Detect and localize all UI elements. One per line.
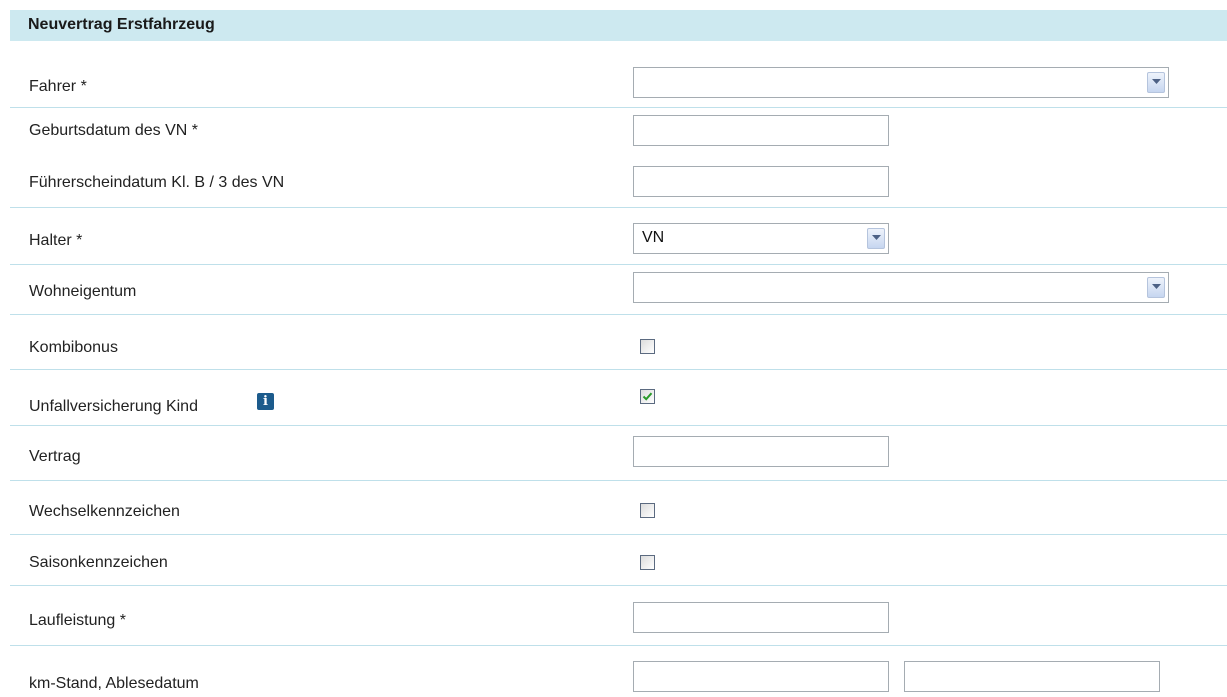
chevron-down-icon[interactable] <box>1147 277 1165 298</box>
chevron-down-icon[interactable] <box>1147 72 1165 93</box>
chevron-down-icon[interactable] <box>867 228 885 249</box>
saisonkennzeichen-checkbox[interactable] <box>640 555 655 570</box>
row-divider <box>10 480 1227 481</box>
fahrer-select[interactable] <box>633 67 1169 98</box>
section-header: Neuvertrag Erstfahrzeug <box>10 10 1227 41</box>
row-divider <box>10 207 1227 208</box>
wohneigentum-select[interactable] <box>633 272 1169 303</box>
vertrag-label: Vertrag <box>29 448 81 465</box>
row-divider <box>10 534 1227 535</box>
fuehrerscheindatum-label: Führerscheindatum Kl. B / 3 des VN <box>29 174 285 191</box>
kombibonus-label: Kombibonus <box>29 339 118 356</box>
row-divider <box>10 585 1227 586</box>
wechselkennzeichen-label: Wechselkennzeichen <box>29 503 180 520</box>
halter-label: Halter * <box>29 232 83 249</box>
row-divider <box>10 264 1227 265</box>
row-divider <box>10 645 1227 646</box>
km-stand-label: km-Stand, Ablesedatum <box>29 675 199 692</box>
check-mark-icon <box>642 392 653 401</box>
vertrag-input[interactable] <box>633 436 889 467</box>
geburtsdatum-input[interactable] <box>633 115 889 146</box>
row-divider <box>10 369 1227 370</box>
wohneigentum-label: Wohneigentum <box>29 283 137 300</box>
wechselkennzeichen-checkbox[interactable] <box>640 503 655 518</box>
laufleistung-input[interactable] <box>633 602 889 633</box>
laufleistung-label: Laufleistung * <box>29 612 126 629</box>
saisonkennzeichen-label: Saisonkennzeichen <box>29 554 168 571</box>
kombibonus-checkbox[interactable] <box>640 339 655 354</box>
ablesedatum-input[interactable] <box>904 661 1160 692</box>
unfallversicherung-kind-label: Unfallversicherung Kind <box>29 398 198 415</box>
row-divider <box>10 107 1227 108</box>
fuehrerscheindatum-input[interactable] <box>633 166 889 197</box>
geburtsdatum-label: Geburtsdatum des VN * <box>29 122 198 139</box>
section-title: Neuvertrag Erstfahrzeug <box>28 16 215 33</box>
halter-select-value: VN <box>642 229 665 246</box>
fahrer-label: Fahrer * <box>29 78 87 95</box>
halter-select[interactable]: VN <box>633 223 889 254</box>
row-divider <box>10 314 1227 315</box>
row-divider <box>10 425 1227 426</box>
unfallversicherung-kind-checkbox[interactable] <box>640 389 655 404</box>
info-icon[interactable]: i <box>257 393 274 410</box>
km-stand-input[interactable] <box>633 661 889 692</box>
